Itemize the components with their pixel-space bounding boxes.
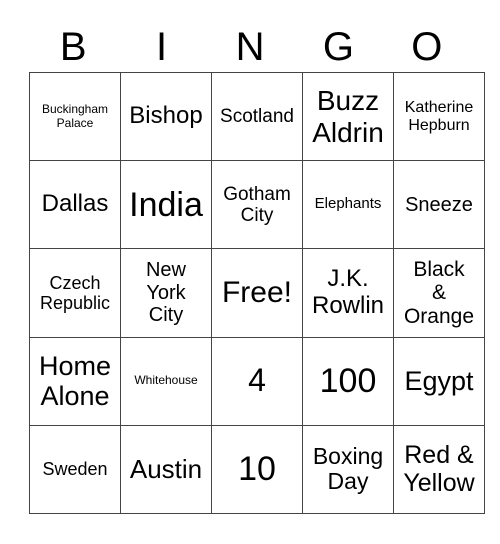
header-letter-g: G xyxy=(322,25,354,69)
bingo-cell[interactable]: Elephants xyxy=(302,160,394,250)
bingo-cell[interactable]: Black & Orange xyxy=(393,248,485,338)
bingo-cell[interactable]: India xyxy=(120,160,212,250)
grid-row: Czech Republic New York City Free! J.K. … xyxy=(29,248,485,338)
bingo-cell[interactable]: Gotham City xyxy=(211,160,303,250)
bingo-cell[interactable]: 4 xyxy=(211,336,303,426)
grid-row: Dallas India Gotham City Elephants Sneez… xyxy=(29,160,485,250)
bingo-cell[interactable]: Bishop xyxy=(120,71,212,162)
bingo-header: B I N G O xyxy=(29,22,471,72)
bingo-cell[interactable]: Sweden xyxy=(29,424,121,515)
header-letter-b: B xyxy=(59,25,87,69)
bingo-cell[interactable]: Egypt xyxy=(393,336,485,426)
grid-row: Home Alone Whitehouse 4 100 Egypt xyxy=(29,336,485,426)
bingo-cell[interactable]: Boxing Day xyxy=(302,424,394,515)
header-letter-n: N xyxy=(235,25,265,69)
grid-row: Sweden Austin 10 Boxing Day Red & Yellow xyxy=(29,424,485,515)
bingo-cell[interactable]: Austin xyxy=(120,424,212,515)
bingo-cell[interactable]: Buckingham Palace xyxy=(29,71,121,162)
bingo-cell[interactable]: Czech Republic xyxy=(29,248,121,338)
bingo-cell[interactable]: Sneeze xyxy=(393,160,485,250)
header-letter-i: I xyxy=(156,25,168,69)
bingo-grid: Buckingham Palace Bishop Scotland Buzz A… xyxy=(29,71,485,515)
bingo-cell[interactable]: Buzz Aldrin xyxy=(302,71,394,162)
bingo-cell[interactable]: Whitehouse xyxy=(120,336,212,426)
bingo-cell[interactable]: Scotland xyxy=(211,71,303,162)
grid-row: Buckingham Palace Bishop Scotland Buzz A… xyxy=(29,71,485,162)
bingo-cell[interactable]: J.K. Rowlin xyxy=(302,248,394,338)
bingo-cell[interactable]: New York City xyxy=(120,248,212,338)
bingo-cell[interactable]: Red & Yellow xyxy=(393,424,485,515)
bingo-cell[interactable]: Home Alone xyxy=(29,336,121,426)
bingo-cell[interactable]: Dallas xyxy=(29,160,121,250)
bingo-cell[interactable]: 10 xyxy=(211,424,303,515)
free-cell[interactable]: Free! xyxy=(211,248,303,338)
bingo-cell[interactable]: Katherine Hepburn xyxy=(393,71,485,162)
header-letter-o: O xyxy=(411,25,443,69)
bingo-cell[interactable]: 100 xyxy=(302,336,394,426)
